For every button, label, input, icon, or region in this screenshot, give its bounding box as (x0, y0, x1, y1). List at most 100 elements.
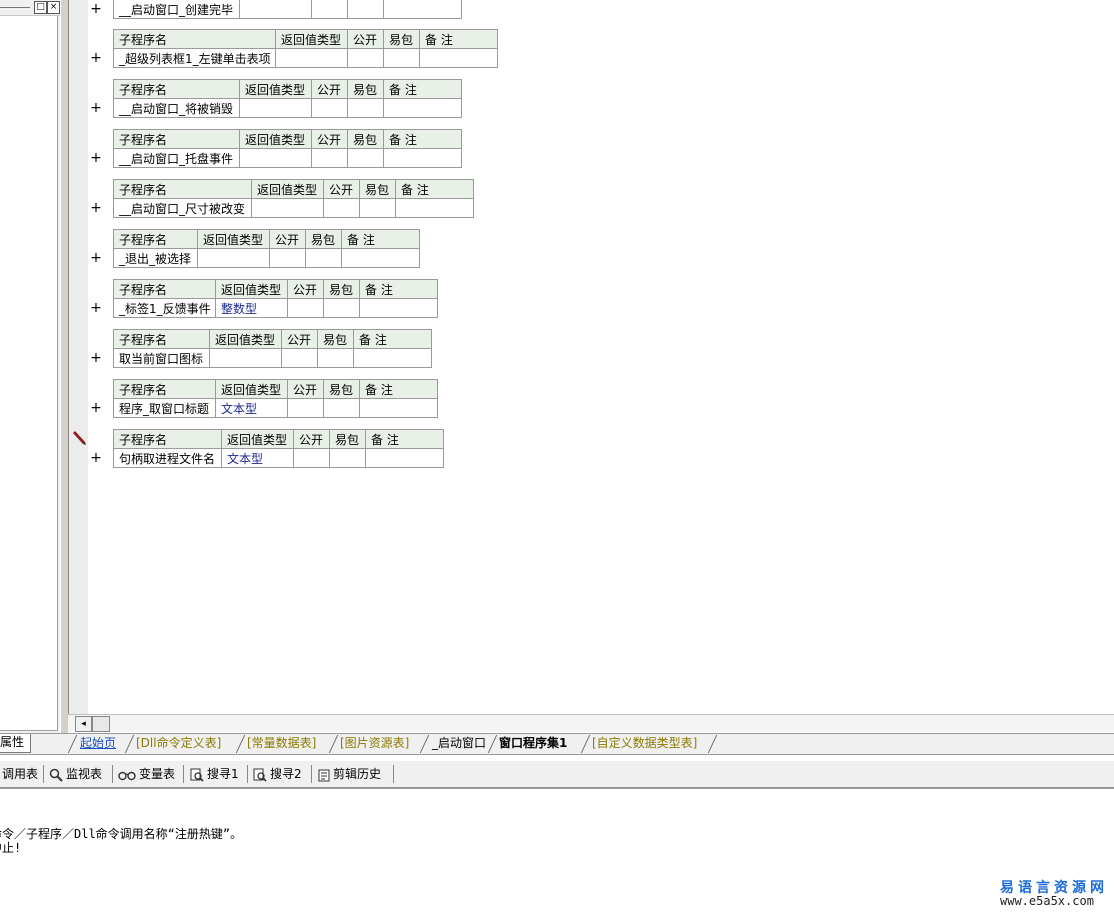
expand-icon[interactable]: + (90, 401, 102, 415)
table-row[interactable]: _标签1_反馈事件 整数型 (113, 298, 438, 318)
return-type[interactable] (239, 0, 312, 19)
return-type[interactable]: 文本型 (215, 398, 288, 418)
project-tree[interactable] (0, 16, 58, 731)
tab-5[interactable]: _启动窗口 (432, 735, 486, 752)
expand-icon[interactable]: + (90, 251, 102, 265)
public-flag[interactable] (311, 98, 348, 118)
easy-pack-flag[interactable] (347, 0, 384, 19)
subroutine-name[interactable]: __启动窗口_尺寸被改变 (113, 198, 252, 218)
table-row[interactable]: __启动窗口_创建完毕 (113, 0, 462, 19)
tab-search1[interactable]: 搜寻1 (190, 765, 239, 783)
subroutine-table[interactable]: 子程序名 返回值类型 公开 易包备 注 __启动窗口_托盘事件 (113, 129, 462, 168)
expand-icon[interactable]: + (90, 151, 102, 165)
tab-6[interactable]: 窗口程序集1 (499, 735, 567, 752)
note[interactable] (359, 298, 438, 318)
tab-4[interactable]: [图片资源表] (340, 735, 409, 752)
tab-3[interactable]: [常量数据表] (247, 735, 316, 752)
expand-icon[interactable]: + (90, 351, 102, 365)
subroutine-table[interactable]: 子程序名 返回值类型 公开 易包备 注 _退出_被选择 (113, 229, 420, 268)
easy-pack-flag[interactable] (359, 198, 396, 218)
note[interactable] (341, 248, 420, 268)
subroutine-table[interactable]: 子程序名返回值类型公开易包备 注__启动窗口_创建完毕 (113, 0, 462, 19)
easy-pack-flag[interactable] (347, 148, 384, 168)
note[interactable] (383, 0, 462, 19)
note[interactable] (365, 448, 444, 468)
note[interactable] (383, 148, 462, 168)
subroutine-table[interactable]: 子程序名 返回值类型 公开 易包备 注取当前窗口图标 (113, 329, 432, 368)
tab-2[interactable]: [Dll命令定义表] (136, 735, 221, 752)
subroutine-table[interactable]: 子程序名 返回值类型 公开 易包备 注句柄取进程文件名 文本型 (113, 429, 444, 468)
table-row[interactable]: 取当前窗口图标 (113, 348, 432, 368)
restore-button[interactable]: □ (34, 1, 47, 14)
panel-splitter[interactable] (60, 0, 68, 733)
subroutine-name[interactable]: _标签1_反馈事件 (113, 298, 216, 318)
subroutine-table[interactable]: 子程序名 返回值类型 公开 易包备 注 _超级列表框1_左键单击表项 (113, 29, 498, 68)
subroutine-name[interactable]: __启动窗口_创建完毕 (113, 0, 240, 19)
subroutine-name[interactable]: _退出_被选择 (113, 248, 198, 268)
expand-icon[interactable]: + (90, 301, 102, 315)
subroutine-name[interactable]: _超级列表框1_左键单击表项 (113, 48, 276, 68)
subroutine-table[interactable]: 子程序名 返回值类型 公开 易包备 注 __启动窗口_将被销毁 (113, 79, 462, 118)
easy-pack-flag[interactable] (317, 348, 354, 368)
note[interactable] (383, 98, 462, 118)
tab-properties[interactable]: 属性 (0, 734, 31, 753)
public-flag[interactable] (311, 148, 348, 168)
return-type[interactable] (275, 48, 348, 68)
tab-search2[interactable]: 搜寻2 (253, 765, 302, 783)
subroutine-name[interactable]: __启动窗口_将被销毁 (113, 98, 240, 118)
subroutine-table[interactable]: 子程序名 返回值类型 公开 易包备 注 __启动窗口_尺寸被改变 (113, 179, 474, 218)
subroutine-table[interactable]: 子程序名 返回值类型 公开 易包备 注 _标签1_反馈事件 整数型 (113, 279, 438, 318)
return-type[interactable]: 整数型 (215, 298, 288, 318)
table-row[interactable]: __启动窗口_托盘事件 (113, 148, 462, 168)
easy-pack-flag[interactable] (323, 298, 360, 318)
easy-pack-flag[interactable] (347, 98, 384, 118)
return-type[interactable] (239, 148, 312, 168)
expand-icon[interactable]: + (90, 451, 102, 465)
public-flag[interactable] (347, 48, 384, 68)
scroll-left-button[interactable]: ◂ (75, 716, 92, 732)
output-panel[interactable]: 命令／子程序／Dll命令调用名称“注册热键”。 中止! (0, 789, 1114, 914)
note[interactable] (419, 48, 498, 68)
expand-icon[interactable]: + (90, 101, 102, 115)
public-flag[interactable] (311, 0, 348, 19)
public-flag[interactable] (323, 198, 360, 218)
close-panel-button[interactable]: × (47, 1, 60, 14)
note[interactable] (359, 398, 438, 418)
public-flag[interactable] (287, 298, 324, 318)
note[interactable] (395, 198, 474, 218)
tab-1[interactable]: 起始页 (80, 735, 116, 752)
subroutine-name[interactable]: 程序_取窗口标题 (113, 398, 216, 418)
return-type[interactable] (209, 348, 282, 368)
subroutine-name[interactable]: __启动窗口_托盘事件 (113, 148, 240, 168)
public-flag[interactable] (287, 398, 324, 418)
expand-icon[interactable]: + (90, 51, 102, 65)
tab-clip-history[interactable]: 剪辑历史 (318, 765, 381, 783)
table-row[interactable]: __启动窗口_尺寸被改变 (113, 198, 474, 218)
subroutine-table[interactable]: 子程序名 返回值类型 公开 易包备 注程序_取窗口标题 文本型 (113, 379, 438, 418)
scroll-thumb[interactable] (92, 716, 110, 732)
easy-pack-flag[interactable] (383, 48, 420, 68)
tab-call-table[interactable]: 调用表 (2, 765, 38, 783)
table-row[interactable]: _退出_被选择 (113, 248, 420, 268)
public-flag[interactable] (293, 448, 330, 468)
expand-icon[interactable]: + (90, 2, 102, 16)
note[interactable] (353, 348, 432, 368)
easy-pack-flag[interactable] (305, 248, 342, 268)
easy-pack-flag[interactable] (329, 448, 366, 468)
subroutine-name[interactable]: 取当前窗口图标 (113, 348, 210, 368)
public-flag[interactable] (269, 248, 306, 268)
return-type[interactable] (239, 98, 312, 118)
return-type[interactable] (251, 198, 324, 218)
expand-icon[interactable]: + (90, 201, 102, 215)
table-row[interactable]: 句柄取进程文件名 文本型 (113, 448, 444, 468)
tab-watch-table[interactable]: 监视表 (49, 765, 102, 783)
return-type[interactable] (197, 248, 270, 268)
table-row[interactable]: _超级列表框1_左键单击表项 (113, 48, 498, 68)
subroutine-name[interactable]: 句柄取进程文件名 (113, 448, 222, 468)
return-type[interactable]: 文本型 (221, 448, 294, 468)
public-flag[interactable] (281, 348, 318, 368)
table-row[interactable]: __启动窗口_将被销毁 (113, 98, 462, 118)
tab-7[interactable]: [自定义数据类型表] (592, 735, 697, 752)
table-row[interactable]: 程序_取窗口标题 文本型 (113, 398, 438, 418)
tab-var-table[interactable]: 变量表 (118, 765, 175, 783)
